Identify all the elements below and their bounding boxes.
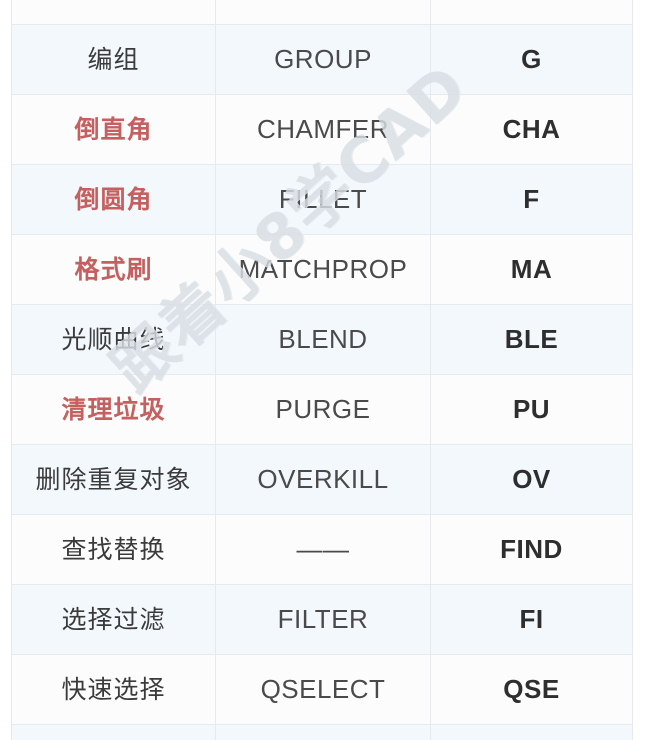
cell-command-cell: PURGE (215, 374, 431, 445)
cell-function-name-cell: 查找替换 (11, 514, 216, 585)
cell-command: FILLET (278, 184, 368, 215)
cell-alias: G (521, 44, 542, 75)
cell-alias: BLE (504, 324, 559, 355)
cell-command: CHAMFER (256, 114, 390, 145)
cell-command-cell: BLEND (215, 304, 431, 375)
cell-command-cell (215, 0, 431, 25)
cell-alias: QSE (503, 674, 560, 705)
cell-command-cell: —— (215, 514, 431, 585)
cell-function-name-cell: 光顺曲线 (11, 304, 216, 375)
cell-function-name-cell: 快速选择 (11, 654, 216, 725)
table-row: 选择过滤 FILTER FI (11, 584, 633, 655)
cell-alias: FIND (500, 534, 563, 565)
cell-alias-cell: FIND (430, 514, 633, 585)
cell-alias-cell: PU (430, 374, 633, 445)
cell-command-cell: MATCHPROP (215, 234, 431, 305)
cell-alias-cell: FI (430, 584, 633, 655)
table-body: 编组 GROUP G 倒直角 CHAMFER CHA 倒圆角 FILLET F 格式刷 MATCHP… (11, 0, 633, 740)
table-row: 光顺曲线 BLEND BLE (11, 304, 633, 375)
cell-alias-cell: MA (430, 234, 633, 305)
cell-alias-cell: G (430, 24, 633, 95)
cell-function-name: 格式刷 (74, 254, 153, 284)
cell-command-cell: OVERKILL (215, 444, 431, 515)
cell-function-name-cell: 倒直角 (11, 94, 216, 165)
cell-alias: MA (510, 254, 553, 285)
cell-function-name-cell (11, 724, 216, 740)
cell-function-name: 清理垃圾 (61, 394, 166, 424)
cell-alias-cell (430, 0, 633, 25)
table-row: 格式刷 MATCHPROP MA (11, 234, 633, 305)
table-row: 查找替换 —— FIND (11, 514, 633, 585)
cell-command: —— (296, 534, 350, 565)
cell-command: MATCHPROP (238, 254, 408, 285)
cad-shortcut-table: 编组 GROUP G 倒直角 CHAMFER CHA 倒圆角 FILLET F 格式刷 MATCHP… (11, 0, 633, 740)
cell-command-cell: GROUP (215, 24, 431, 95)
cell-function-name-cell: 清理垃圾 (11, 374, 216, 445)
cell-command-cell: FILLET (215, 164, 431, 235)
table-row: 倒圆角 FILLET F (11, 164, 633, 235)
table-row: 快速选择 QSELECT QSE (11, 654, 633, 725)
cell-command: QSELECT (260, 674, 386, 705)
cell-alias: F (523, 184, 540, 215)
cell-alias-cell: QSE (430, 654, 633, 725)
table-row (11, 0, 633, 25)
cell-alias-cell (430, 724, 633, 740)
cell-command: PURGE (275, 394, 371, 425)
table-row: 清理垃圾 PURGE PU (11, 374, 633, 445)
cell-function-name: 倒圆角 (74, 184, 153, 214)
cell-command-cell: QSELECT (215, 654, 431, 725)
cell-function-name: 查找替换 (61, 534, 166, 564)
cell-alias-cell: BLE (430, 304, 633, 375)
cell-command: BLEND (278, 324, 368, 355)
cell-function-name: 光顺曲线 (61, 324, 166, 354)
cell-function-name-cell: 删除重复对象 (11, 444, 216, 515)
cell-function-name-cell: 选择过滤 (11, 584, 216, 655)
cell-function-name-cell: 倒圆角 (11, 164, 216, 235)
table-row: 删除重复对象 OVERKILL OV (11, 444, 633, 515)
cell-command: OVERKILL (257, 464, 389, 495)
cell-function-name: 删除重复对象 (35, 464, 192, 494)
cell-command: GROUP (274, 44, 372, 75)
cell-alias: OV (512, 464, 551, 495)
cell-alias: CHA (502, 114, 561, 145)
cell-alias-cell: OV (430, 444, 633, 515)
cell-command-cell (215, 724, 431, 740)
table-row: 倒直角 CHAMFER CHA (11, 94, 633, 165)
cell-command-cell: CHAMFER (215, 94, 431, 165)
cell-function-name-cell (11, 0, 216, 25)
table-row: 编组 GROUP G (11, 24, 633, 95)
table-row (11, 724, 633, 740)
cell-alias-cell: CHA (430, 94, 633, 165)
cell-function-name-cell: 编组 (11, 24, 216, 95)
cell-function-name: 编组 (87, 44, 140, 74)
cell-alias-cell: F (430, 164, 633, 235)
screenshot-root: 编组 GROUP G 倒直角 CHAMFER CHA 倒圆角 FILLET F 格式刷 MATCHP… (0, 0, 650, 740)
cell-command-cell: FILTER (215, 584, 431, 655)
cell-function-name: 倒直角 (74, 114, 153, 144)
cell-function-name: 快速选择 (61, 674, 166, 704)
cell-function-name-cell: 格式刷 (11, 234, 216, 305)
cell-alias: PU (512, 394, 551, 425)
cell-command: FILTER (277, 604, 369, 635)
cell-alias: FI (519, 604, 544, 635)
cell-function-name: 选择过滤 (61, 604, 166, 634)
